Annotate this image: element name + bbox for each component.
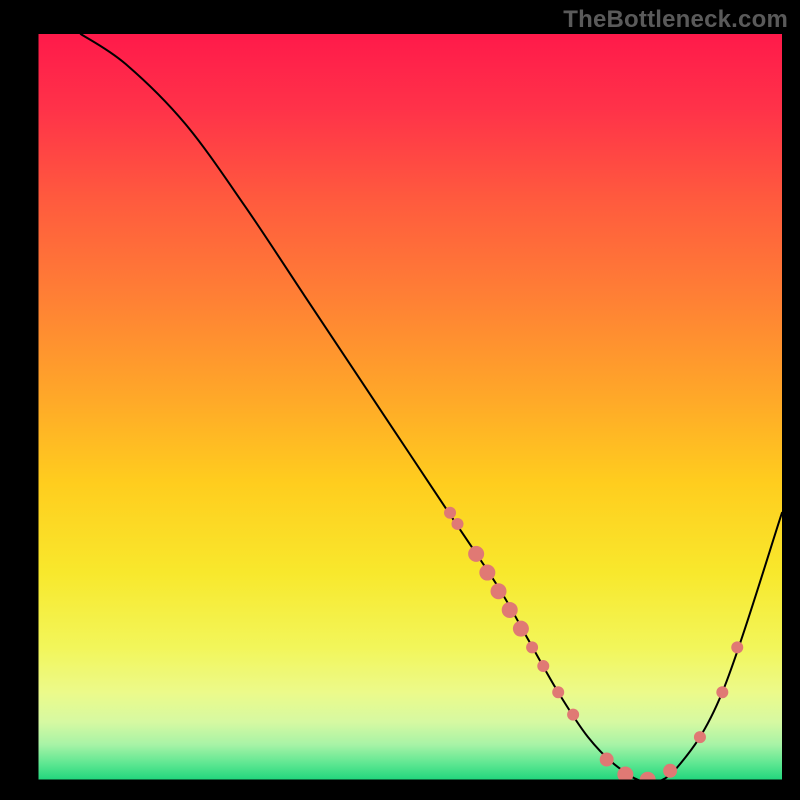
curve-layer (36, 34, 782, 782)
data-point (694, 731, 706, 743)
data-point (731, 641, 743, 653)
chart-container: TheBottleneck.com (0, 0, 800, 800)
data-point (444, 507, 456, 519)
bottleneck-curve (81, 34, 782, 782)
watermark-text: TheBottleneck.com (563, 6, 788, 34)
data-point (537, 660, 549, 672)
data-point (600, 753, 614, 767)
data-point (526, 641, 538, 653)
data-point (502, 602, 518, 618)
plot-area (36, 34, 782, 782)
data-point (451, 518, 463, 530)
data-point (468, 546, 484, 562)
data-point (617, 767, 633, 782)
data-point (567, 709, 579, 721)
data-point (552, 686, 564, 698)
data-point (513, 621, 529, 637)
data-point (640, 772, 656, 782)
data-point (479, 565, 495, 581)
data-markers (444, 507, 743, 782)
data-point (663, 764, 677, 778)
data-point (716, 686, 728, 698)
data-point (491, 583, 507, 599)
